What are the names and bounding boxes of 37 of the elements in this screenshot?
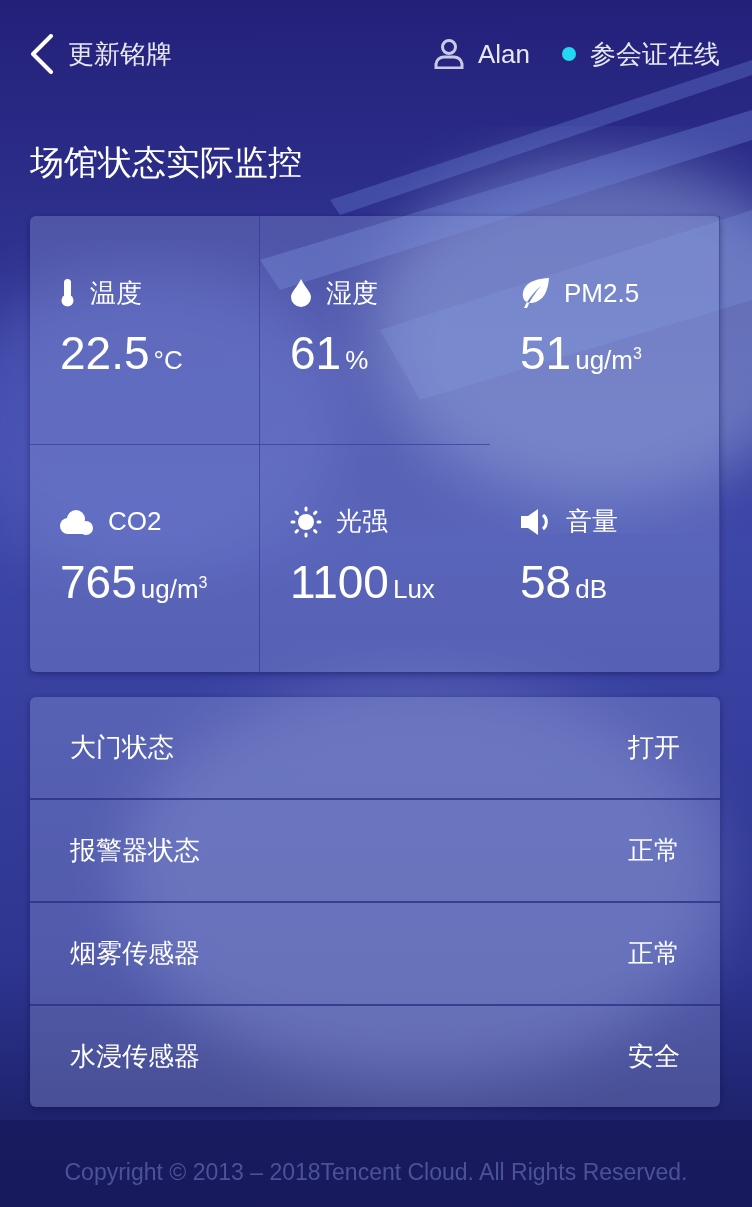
copyright-text: Copyright © 2013 – 2018Tencent Cloud. All Rights Reserved. [64,1159,688,1186]
back-button[interactable]: 更新铭牌 [30,34,172,74]
metric-value: 765 [60,554,137,609]
metric-unit: °C [153,345,183,376]
metric-value: 1100 [290,554,389,609]
status-value: 打开 [628,731,680,764]
metric-label: 温度 [90,276,142,310]
metric-unit: ug/m$^{3}$ [140,573,208,605]
metric-unit: ug/m$^{3}$ [575,345,642,376]
metric-label: 光强 [336,505,388,538]
cloud-icon [60,508,94,535]
status-name: 大门状态 [70,731,174,764]
water-drop-icon [290,279,312,307]
sun-icon [290,505,322,538]
metric-value: 58 [520,554,572,609]
metric-label: 湿度 [326,276,378,310]
status-name: 烟雾传感器 [70,937,200,970]
status-value: 安全 [628,1040,680,1073]
metric-value: 22.5 [60,326,150,380]
metric-label: CO2 [108,506,162,537]
metric-value: 61 [290,326,342,380]
metric-label: PM2.5 [564,277,640,309]
status-name: 水浸传感器 [70,1040,200,1073]
metric-value: 51 [520,326,572,380]
metric-label: 音量 [566,505,618,538]
page-title: 场馆状态实际监控 [30,142,302,183]
thermometer-icon [60,279,76,307]
metric-unit: Lux [392,573,435,605]
status-name: 报警器状态 [70,834,200,867]
metric-unit: dB [575,573,607,605]
leaf-icon [520,277,550,309]
status-label: 参会证在线 [590,37,720,71]
status-value: 正常 [628,834,680,867]
status-value: 正常 [628,937,680,970]
user-icon [433,39,464,69]
user-name: Alan [477,38,530,70]
metric-unit: % [345,345,369,376]
